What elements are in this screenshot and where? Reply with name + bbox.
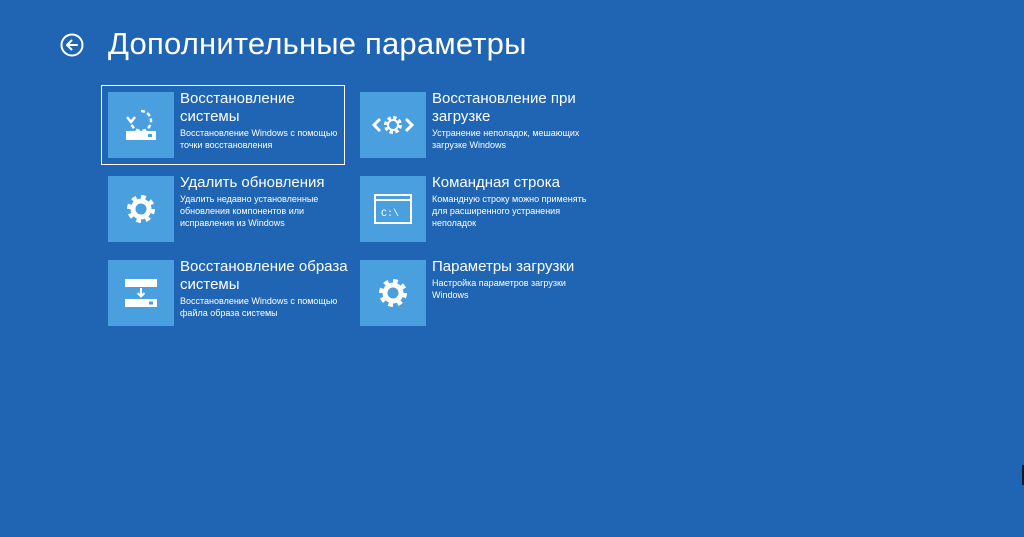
prompt-text: C:\	[381, 208, 399, 220]
startup-repair-option[interactable]: Восстановление при загрузке Устранение н…	[354, 86, 596, 164]
command-prompt-option[interactable]: C:\ Командная строка Командную строку мо…	[354, 170, 596, 248]
tile-description: Восстановление Windows с помощью файла о…	[180, 296, 338, 318]
uninstall-updates-option[interactable]: Удалить обновления Удалить недавно устан…	[102, 170, 344, 248]
tile-title: Удалить обновления	[180, 174, 325, 191]
tile-description: Командную строку можно применять для рас…	[432, 194, 587, 228]
command-prompt-icon: C:\	[360, 176, 426, 242]
tile-description: Устранение неполадок, мешающих загрузке …	[432, 128, 580, 150]
tile-title: Восстановление образа системы	[180, 258, 348, 293]
system-restore-icon	[108, 92, 174, 158]
tile-title: Восстановление при загрузке	[432, 90, 576, 125]
back-arrow-icon	[60, 33, 84, 57]
tile-description: Настройка параметров загрузки Windows	[432, 278, 566, 300]
startup-settings-option[interactable]: Параметры загрузки Настройка параметров …	[354, 254, 596, 332]
system-image-recovery-icon	[108, 260, 174, 326]
startup-repair-icon	[360, 92, 426, 158]
tile-title: Параметры загрузки	[432, 258, 575, 275]
tile-description: Восстановление Windows с помощью точки в…	[180, 128, 338, 150]
system-image-recovery-option[interactable]: Восстановление образа системы Восстановл…	[102, 254, 348, 332]
system-restore-option[interactable]: Восстановление системы Восстановление Wi…	[101, 85, 345, 165]
gear-icon	[108, 176, 174, 242]
tile-title: Командная строка	[432, 174, 560, 191]
back-button[interactable]	[60, 33, 84, 57]
tile-description: Удалить недавно установленные обновления…	[180, 194, 319, 228]
gear-icon	[360, 260, 426, 326]
page-title: Дополнительные параметры	[108, 26, 527, 61]
tile-title: Восстановление системы	[180, 90, 295, 125]
